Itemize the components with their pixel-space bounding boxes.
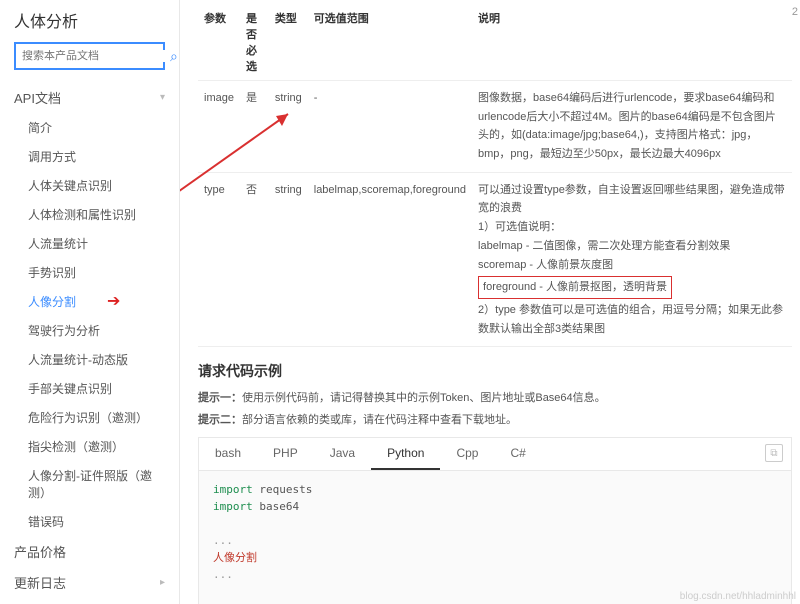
nav-item[interactable]: 简介 <box>14 113 165 142</box>
tip-2: 提示二：部分语言依赖的类或库，请在代码注释中查看下载地址。 <box>198 411 792 427</box>
tab-csharp[interactable]: C# <box>494 438 541 470</box>
th-param: 参数 <box>198 4 240 81</box>
highlighted-value: foreground - 人像前景抠图，透明背景 <box>478 276 672 299</box>
page-marker: 2 <box>792 6 798 18</box>
th-desc: 说明 <box>472 4 792 81</box>
tip-1: 提示一：使用示例代码前，请记得替换其中的示例Token、图片地址或Base64信… <box>198 389 792 405</box>
nav-item[interactable]: 驾驶行为分析 <box>14 316 165 345</box>
nav-group-api[interactable]: API文档▾ <box>14 82 165 113</box>
arrow-icon: ➔ <box>107 291 120 311</box>
code-block[interactable]: import requests import base64 ... 人像分割 .… <box>199 471 791 604</box>
tab-cpp[interactable]: Cpp <box>440 438 494 470</box>
sidebar-title: 人体分析 <box>14 8 165 32</box>
nav-item-active[interactable]: 人像分割➔ <box>14 287 165 316</box>
sidebar: 人体分析 ⌕ API文档▾ 简介 调用方式 人体关键点识别 人体检测和属性识别 … <box>0 0 180 604</box>
th-range: 可选值范围 <box>308 4 472 81</box>
th-required: 是否必选 <box>240 4 269 81</box>
nav-item[interactable]: 调用方式 <box>14 142 165 171</box>
tab-bash[interactable]: bash <box>199 438 257 470</box>
nav-item[interactable]: 指尖检测（邀测） <box>14 432 165 461</box>
nav-item[interactable]: 错误码 <box>14 507 165 536</box>
code-tabs: bash PHP Java Python Cpp C# <box>199 438 791 471</box>
copy-icon[interactable]: ⧉ <box>765 444 783 462</box>
search-icon[interactable]: ⌕ <box>170 48 178 65</box>
tab-python[interactable]: Python <box>371 438 440 470</box>
nav-item[interactable]: 手势识别 <box>14 258 165 287</box>
nav-item[interactable]: 危险行为识别（邀测） <box>14 403 165 432</box>
section-title: 请求代码示例 <box>198 361 792 381</box>
nav-item[interactable]: 人体关键点识别 <box>14 171 165 200</box>
chevron-right-icon: ▸ <box>160 577 165 588</box>
chevron-down-icon: ▾ <box>160 92 165 103</box>
params-table: 参数 是否必选 类型 可选值范围 说明 image 是 string - 图像数… <box>198 4 792 347</box>
nav-group[interactable]: 常见问题 <box>14 598 165 604</box>
th-type: 类型 <box>269 4 308 81</box>
nav-group[interactable]: 产品价格 <box>14 536 165 567</box>
nav-item[interactable]: 手部关键点识别 <box>14 374 165 403</box>
search-box[interactable]: ⌕ <box>14 42 165 70</box>
nav-item[interactable]: 人体检测和属性识别 <box>14 200 165 229</box>
nav-item[interactable]: 人像分割-证件照版（邀测） <box>14 461 165 507</box>
watermark: blog.csdn.net/hhladminhhl <box>680 591 796 602</box>
tab-php[interactable]: PHP <box>257 438 314 470</box>
table-row: type 否 string labelmap,scoremap,foregrou… <box>198 172 792 347</box>
main-content: 2 参数 是否必选 类型 可选值范围 说明 image 是 string - 图… <box>180 0 800 604</box>
tab-java[interactable]: Java <box>314 438 371 470</box>
nav-group[interactable]: 更新日志▸ <box>14 567 165 598</box>
table-row: image 是 string - 图像数据，base64编码后进行urlenco… <box>198 81 792 173</box>
code-card: ⧉ bash PHP Java Python Cpp C# import req… <box>198 437 792 604</box>
search-input[interactable] <box>16 50 170 62</box>
nav-item[interactable]: 人流量统计 <box>14 229 165 258</box>
nav-item[interactable]: 人流量统计-动态版 <box>14 345 165 374</box>
